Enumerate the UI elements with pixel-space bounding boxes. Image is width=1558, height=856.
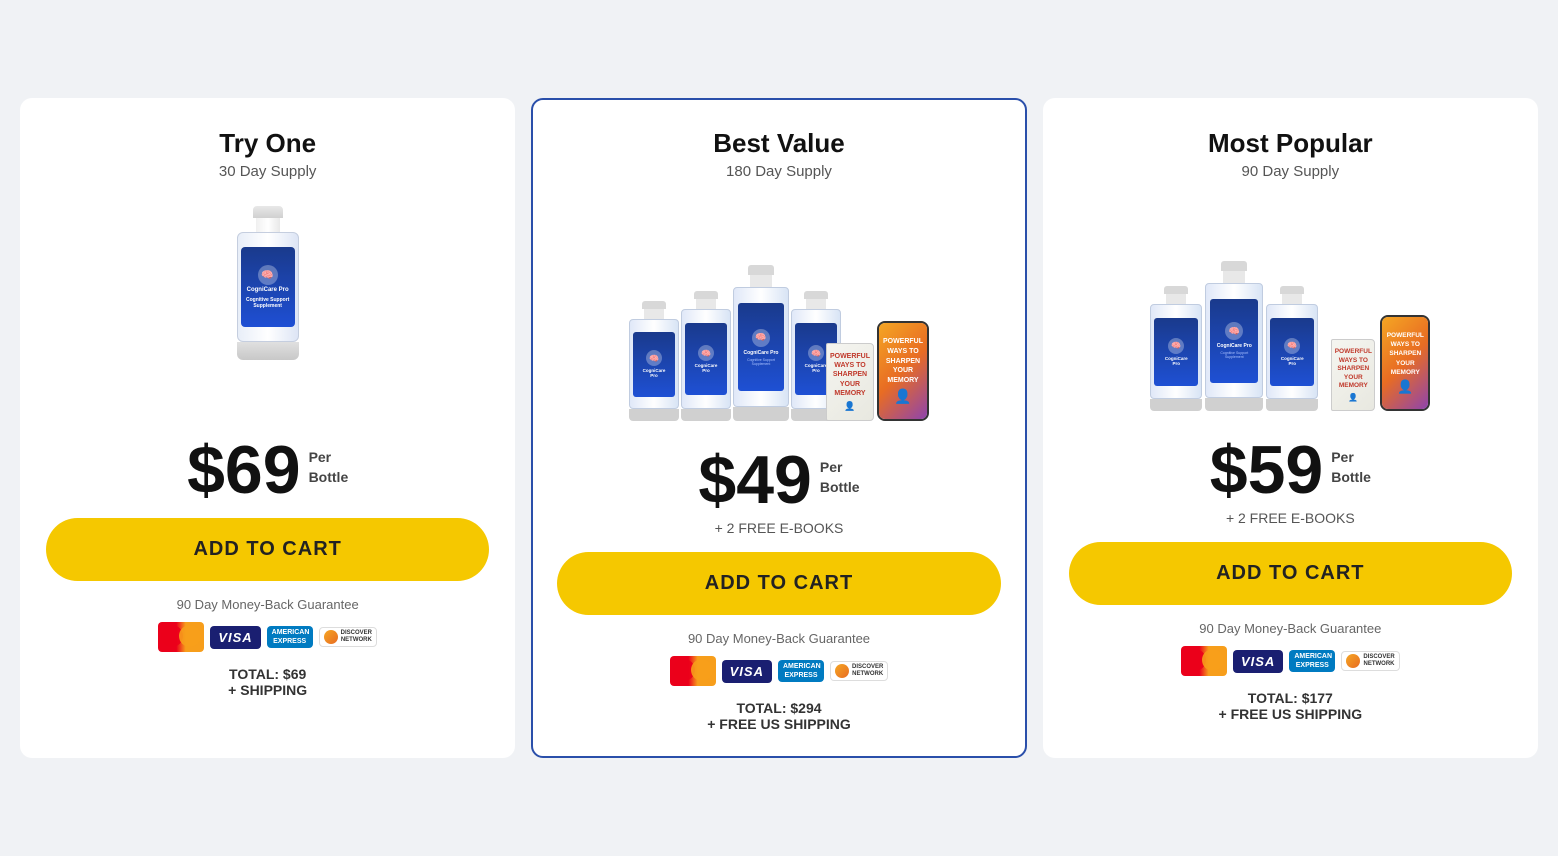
shipping-most-popular: + FREE US SHIPPING [1219,706,1363,722]
free-ebooks-best-value: + 2 FREE E-BOOKS [715,520,844,536]
card-subtitle-try-one: 30 Day Supply [219,163,317,180]
guarantee-try-one: 90 Day Money-Back Guarantee [177,597,359,612]
visa-icon: VISA [722,660,772,683]
guarantee-best-value: 90 Day Money-Back Guarantee [688,631,870,646]
price-label-try-one: Per Bottle [309,448,349,487]
guarantee-most-popular: 90 Day Money-Back Guarantee [1199,621,1381,636]
discover-icon: DISCOVERNETWORK [1341,651,1399,671]
card-title-most-popular: Most Popular [1208,128,1373,159]
shipping-best-value: + FREE US SHIPPING [707,716,851,732]
card-title-try-one: Try One [219,128,316,159]
add-to-cart-best-value[interactable]: ADD TO CART [557,552,1000,615]
product-image-most-popular: 🧠 CogniCarePro 🧠 CogniCare Pro [1140,196,1440,416]
free-ebooks-most-popular: + 2 FREE E-BOOKS [1226,510,1355,526]
visa-icon: VISA [1233,650,1283,673]
price-row-most-popular: $59 Per Bottle [1210,436,1371,504]
mastercard-icon [670,656,716,686]
price-label-best-value: Per Bottle [820,458,860,497]
discover-icon: DISCOVERNETWORK [830,661,888,681]
amex-icon: AMERICANEXPRESS [1289,650,1335,672]
visa-icon: VISA [210,626,260,649]
card-best-value: Best Value 180 Day Supply 🧠 CogniCarePro [531,98,1026,758]
card-subtitle-best-value: 180 Day Supply [726,163,832,180]
card-most-popular: Most Popular 90 Day Supply 🧠 CogniCarePr… [1043,98,1538,758]
payment-icons-best-value: VISA AMERICANEXPRESS DISCOVERNETWORK [670,656,889,686]
payment-icons-most-popular: VISA AMERICANEXPRESS DISCOVERNETWORK [1181,646,1400,676]
total-most-popular: TOTAL: $177 [1248,690,1333,706]
shipping-try-one: + SHIPPING [228,682,307,698]
price-try-one: $69 [187,436,300,504]
add-to-cart-try-one[interactable]: ADD TO CART [46,518,489,581]
card-try-one: Try One 30 Day Supply 🧠 CogniCare Pro Co… [20,98,515,758]
total-try-one: TOTAL: $69 [229,666,306,682]
price-row-try-one: $69 Per Bottle [187,436,348,504]
price-label-most-popular: Per Bottle [1331,448,1371,487]
amex-icon: AMERICANEXPRESS [267,626,313,648]
amex-icon: AMERICANEXPRESS [778,660,824,682]
add-to-cart-most-popular[interactable]: ADD TO CART [1069,542,1512,605]
card-subtitle-most-popular: 90 Day Supply [1242,163,1340,180]
price-row-best-value: $49 Per Bottle [698,446,859,514]
product-image-try-one: 🧠 CogniCare Pro Cognitive Support Supple… [128,196,408,416]
card-title-best-value: Best Value [713,128,845,159]
discover-icon: DISCOVERNETWORK [319,627,377,647]
mastercard-icon [1181,646,1227,676]
price-most-popular: $59 [1210,436,1323,504]
payment-icons-try-one: VISA AMERICANEXPRESS DISCOVERNETWORK [158,622,377,652]
product-image-best-value: 🧠 CogniCarePro 🧠 CogniCarePro [619,196,939,426]
mastercard-icon [158,622,204,652]
total-best-value: TOTAL: $294 [736,700,821,716]
pricing-cards-container: Try One 30 Day Supply 🧠 CogniCare Pro Co… [20,98,1538,758]
price-best-value: $49 [698,446,811,514]
